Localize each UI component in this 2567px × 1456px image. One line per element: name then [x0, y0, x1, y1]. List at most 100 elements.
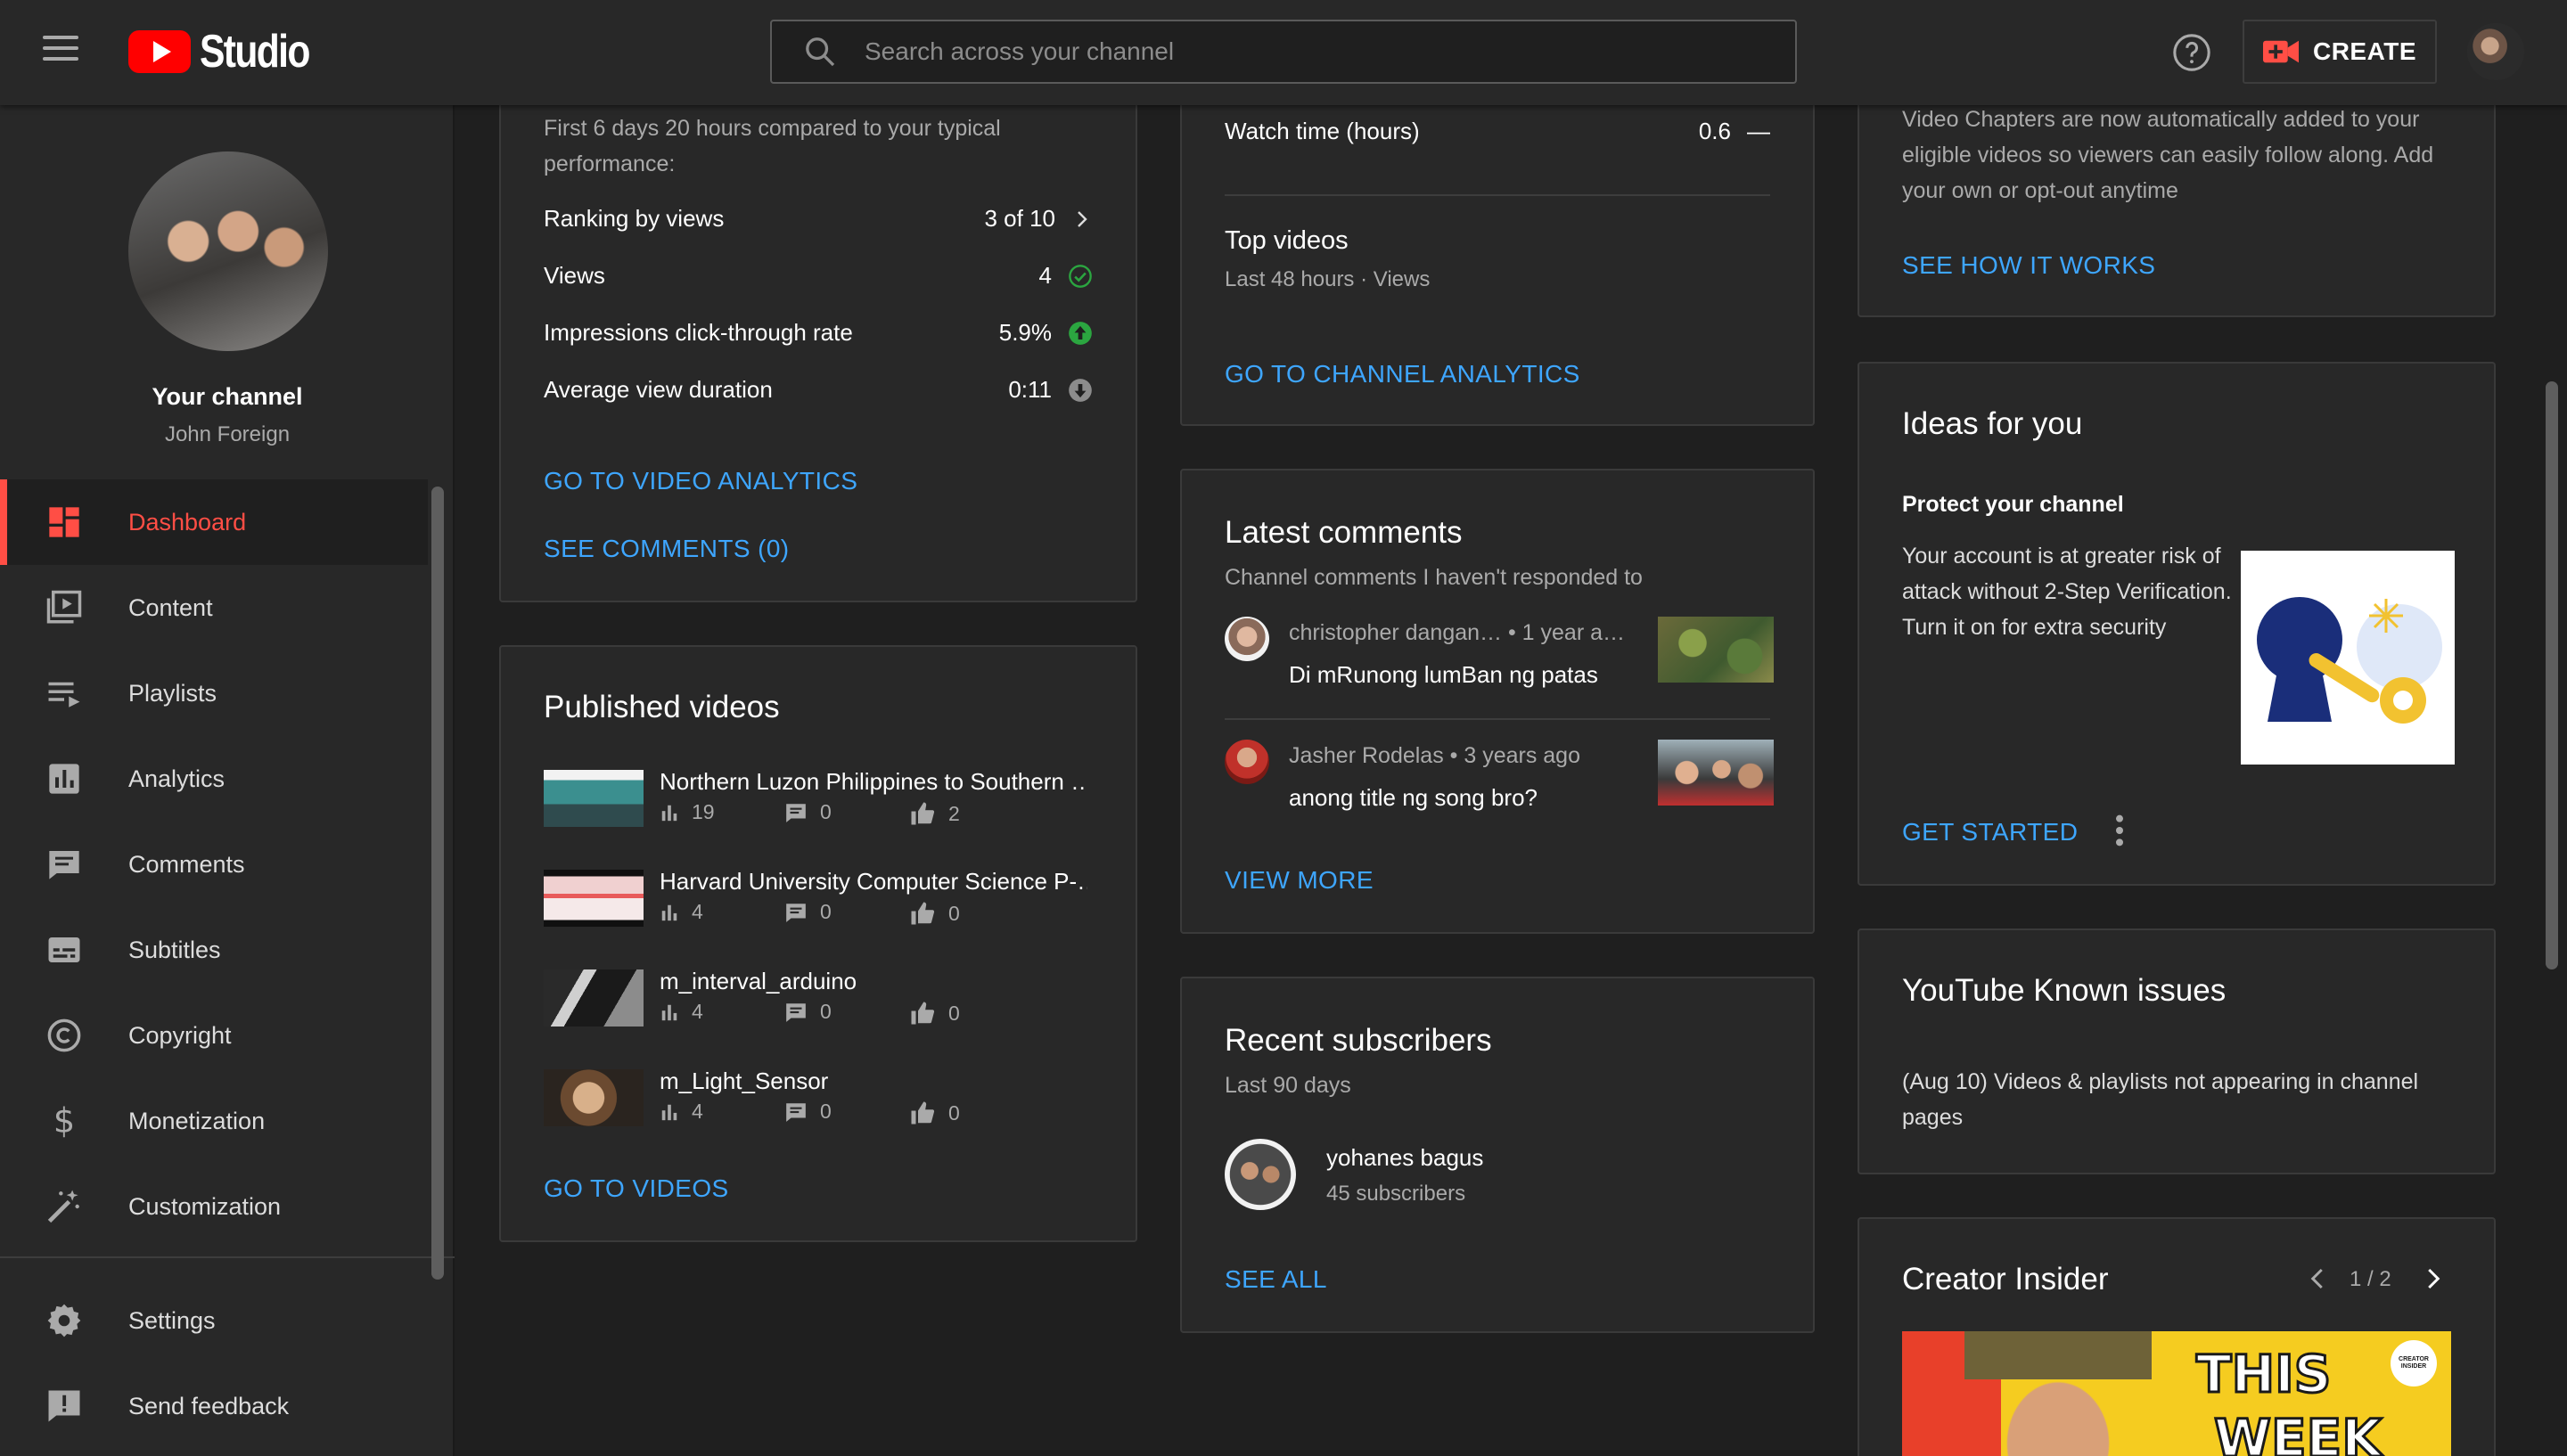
sidebar-item-dashboard[interactable]: Dashboard	[0, 479, 428, 565]
recent-subscribers-card: Recent subscribers Last 90 days yohanes …	[1180, 977, 1815, 1333]
sidebar-item-subtitles[interactable]: Subtitles	[0, 907, 428, 993]
host-face	[1964, 1331, 2152, 1456]
ideas-for-you-card: Ideas for you Protect your channel Your …	[1858, 362, 2496, 886]
go-to-video-analytics-link[interactable]: GO TO VIDEO ANALYTICS	[544, 467, 857, 495]
thumb-up-icon	[911, 902, 935, 925]
sidebar-item-copyright[interactable]: Copyright	[0, 993, 428, 1078]
bar-chart-icon	[661, 904, 677, 920]
search-box[interactable]	[770, 20, 1797, 84]
subscriber-avatar[interactable]	[1225, 1139, 1296, 1210]
idea-text: Your account is at greater risk of attac…	[1902, 544, 2232, 640]
playlist-icon	[45, 674, 84, 713]
see-how-it-works-link[interactable]: SEE HOW IT WORKS	[1902, 251, 2155, 280]
card-subtitle: Channel comments I haven't responded to	[1225, 565, 1643, 590]
metric-label: Impressions click-through rate	[544, 319, 853, 346]
sidebar-item-customization[interactable]: Customization	[0, 1164, 428, 1249]
bar-chart-icon	[661, 1004, 677, 1020]
hamburger-menu-icon[interactable]	[43, 36, 78, 68]
sidebar-item-comments[interactable]: Comments	[0, 822, 428, 907]
bar-chart-icon	[661, 805, 677, 821]
video-comments: 0	[820, 1000, 832, 1023]
top-videos-subtitle: Last 48 hours · Views	[1225, 267, 1431, 291]
logo-text: Studio	[200, 26, 310, 78]
chevron-left-icon[interactable]	[2305, 1265, 2332, 1292]
get-started-link[interactable]: GET STARTED	[1902, 818, 2078, 847]
comment-video-thumbnail	[1658, 617, 1774, 683]
card-title: Creator Insider	[1902, 1262, 2109, 1296]
analytics-icon	[45, 759, 84, 798]
studio-logo[interactable]: Studio	[128, 26, 333, 78]
subtitles-icon	[45, 930, 84, 969]
metric-ranking[interactable]: Ranking by views 3 of 10	[544, 205, 1093, 233]
thumb-up-icon	[911, 1101, 935, 1125]
channel-avatar[interactable]	[128, 151, 328, 351]
metric-value: 3 of 10	[984, 205, 1055, 232]
subscriber-name[interactable]: yohanes bagus	[1326, 1144, 1483, 1172]
video-row[interactable]: m_interval_arduino 4 0 0	[544, 968, 1087, 1030]
comment-video-thumbnail	[1658, 740, 1774, 806]
comment-text: Di mRunong lumBan ng patas	[1289, 661, 1598, 688]
sidebar-nav: Dashboard Content Playlists Analytics Co…	[0, 479, 428, 1249]
sidebar-item-playlists[interactable]: Playlists	[0, 650, 428, 736]
see-all-link[interactable]: SEE ALL	[1225, 1265, 1327, 1294]
performance-intro: First 6 days 20 hours compared to your t…	[544, 116, 1001, 176]
arrow-down-circle-icon	[1069, 378, 1092, 402]
sidebar-scrollbar[interactable]	[431, 487, 444, 1280]
video-views: 4	[692, 1100, 703, 1123]
sidebar-item-monetization[interactable]: $ Monetization	[0, 1078, 428, 1164]
sidebar-item-label: Analytics	[128, 765, 226, 792]
sidebar-item-label: Dashboard	[128, 508, 247, 536]
help-icon[interactable]	[2171, 32, 2212, 73]
video-comments: 0	[820, 800, 832, 823]
creator-insider-thumbnail[interactable]: THIS WEEK CREATOR INSIDER	[1902, 1331, 2451, 1456]
comment-item[interactable]: christopher dangan… • 1 year a… Di mRuno…	[1225, 617, 1776, 706]
main-scrollbar[interactable]	[2546, 381, 2558, 969]
more-vert-icon[interactable]	[2109, 813, 2130, 848]
thumbnail-title-line2: WEEK	[2212, 1407, 2382, 1456]
video-thumbnail	[544, 770, 644, 827]
account-avatar[interactable]	[2467, 23, 2524, 80]
see-comments-link[interactable]: SEE COMMENTS (0)	[544, 535, 790, 563]
commenter-avatar	[1225, 617, 1269, 661]
section-divider	[1225, 194, 1770, 196]
comment-icon	[786, 903, 806, 922]
sidebar-item-content[interactable]: Content	[0, 565, 428, 650]
sidebar-item-analytics[interactable]: Analytics	[0, 736, 428, 822]
video-row[interactable]: Northern Luzon Philippines to Southern ……	[544, 768, 1087, 830]
view-more-link[interactable]: VIEW MORE	[1225, 866, 1374, 895]
video-row[interactable]: m_Light_Sensor 4 0 0	[544, 1067, 1087, 1130]
sidebar-item-label: Settings	[128, 1306, 216, 1334]
sidebar-item-send-feedback[interactable]: Send feedback	[0, 1363, 428, 1449]
known-issue-text[interactable]: (Aug 10) Videos & playlists not appearin…	[1902, 1064, 2437, 1135]
comment-item[interactable]: Jasher Rodelas • 3 years ago anong title…	[1225, 740, 1776, 829]
sidebar-bottom-nav: Settings Send feedback	[0, 1278, 428, 1449]
watch-time-row: Watch time (hours) 0.6 —	[1225, 118, 1770, 145]
sidebar-item-settings[interactable]: Settings	[0, 1278, 428, 1363]
video-likes: 0	[948, 1001, 960, 1025]
dashboard-icon	[45, 503, 84, 542]
chevron-right-icon	[1078, 210, 1087, 227]
video-thumbnail	[544, 870, 644, 927]
search-icon	[806, 37, 835, 67]
thumb-up-icon	[911, 1002, 935, 1025]
metric-ctr: Impressions click-through rate 5.9%	[544, 319, 1093, 347]
search-input[interactable]	[865, 37, 1667, 66]
creator-insider-badge: CREATOR INSIDER	[2391, 1340, 2437, 1386]
sidebar-item-label: Monetization	[128, 1107, 266, 1134]
go-to-channel-analytics-link[interactable]: GO TO CHANNEL ANALYTICS	[1225, 360, 1580, 389]
go-to-videos-link[interactable]: GO TO VIDEOS	[544, 1174, 729, 1203]
video-comments: 0	[820, 1100, 832, 1123]
comment-icon	[786, 1002, 806, 1022]
video-likes: 2	[948, 801, 960, 825]
video-views: 4	[692, 1000, 703, 1023]
comment-meta: christopher dangan… • 1 year a…	[1289, 620, 1626, 645]
gear-icon	[45, 1301, 84, 1340]
sidebar-divider	[0, 1256, 455, 1258]
known-issues-card: YouTube Known issues (Aug 10) Videos & p…	[1858, 928, 2496, 1174]
video-views: 19	[692, 800, 715, 823]
video-likes: 0	[948, 901, 960, 925]
chevron-right-icon[interactable]	[2419, 1265, 2446, 1292]
video-row[interactable]: Harvard University Computer Science P-… …	[544, 868, 1087, 930]
card-subtitle: Last 90 days	[1225, 1073, 1351, 1098]
create-button[interactable]: CREATE	[2243, 20, 2437, 84]
